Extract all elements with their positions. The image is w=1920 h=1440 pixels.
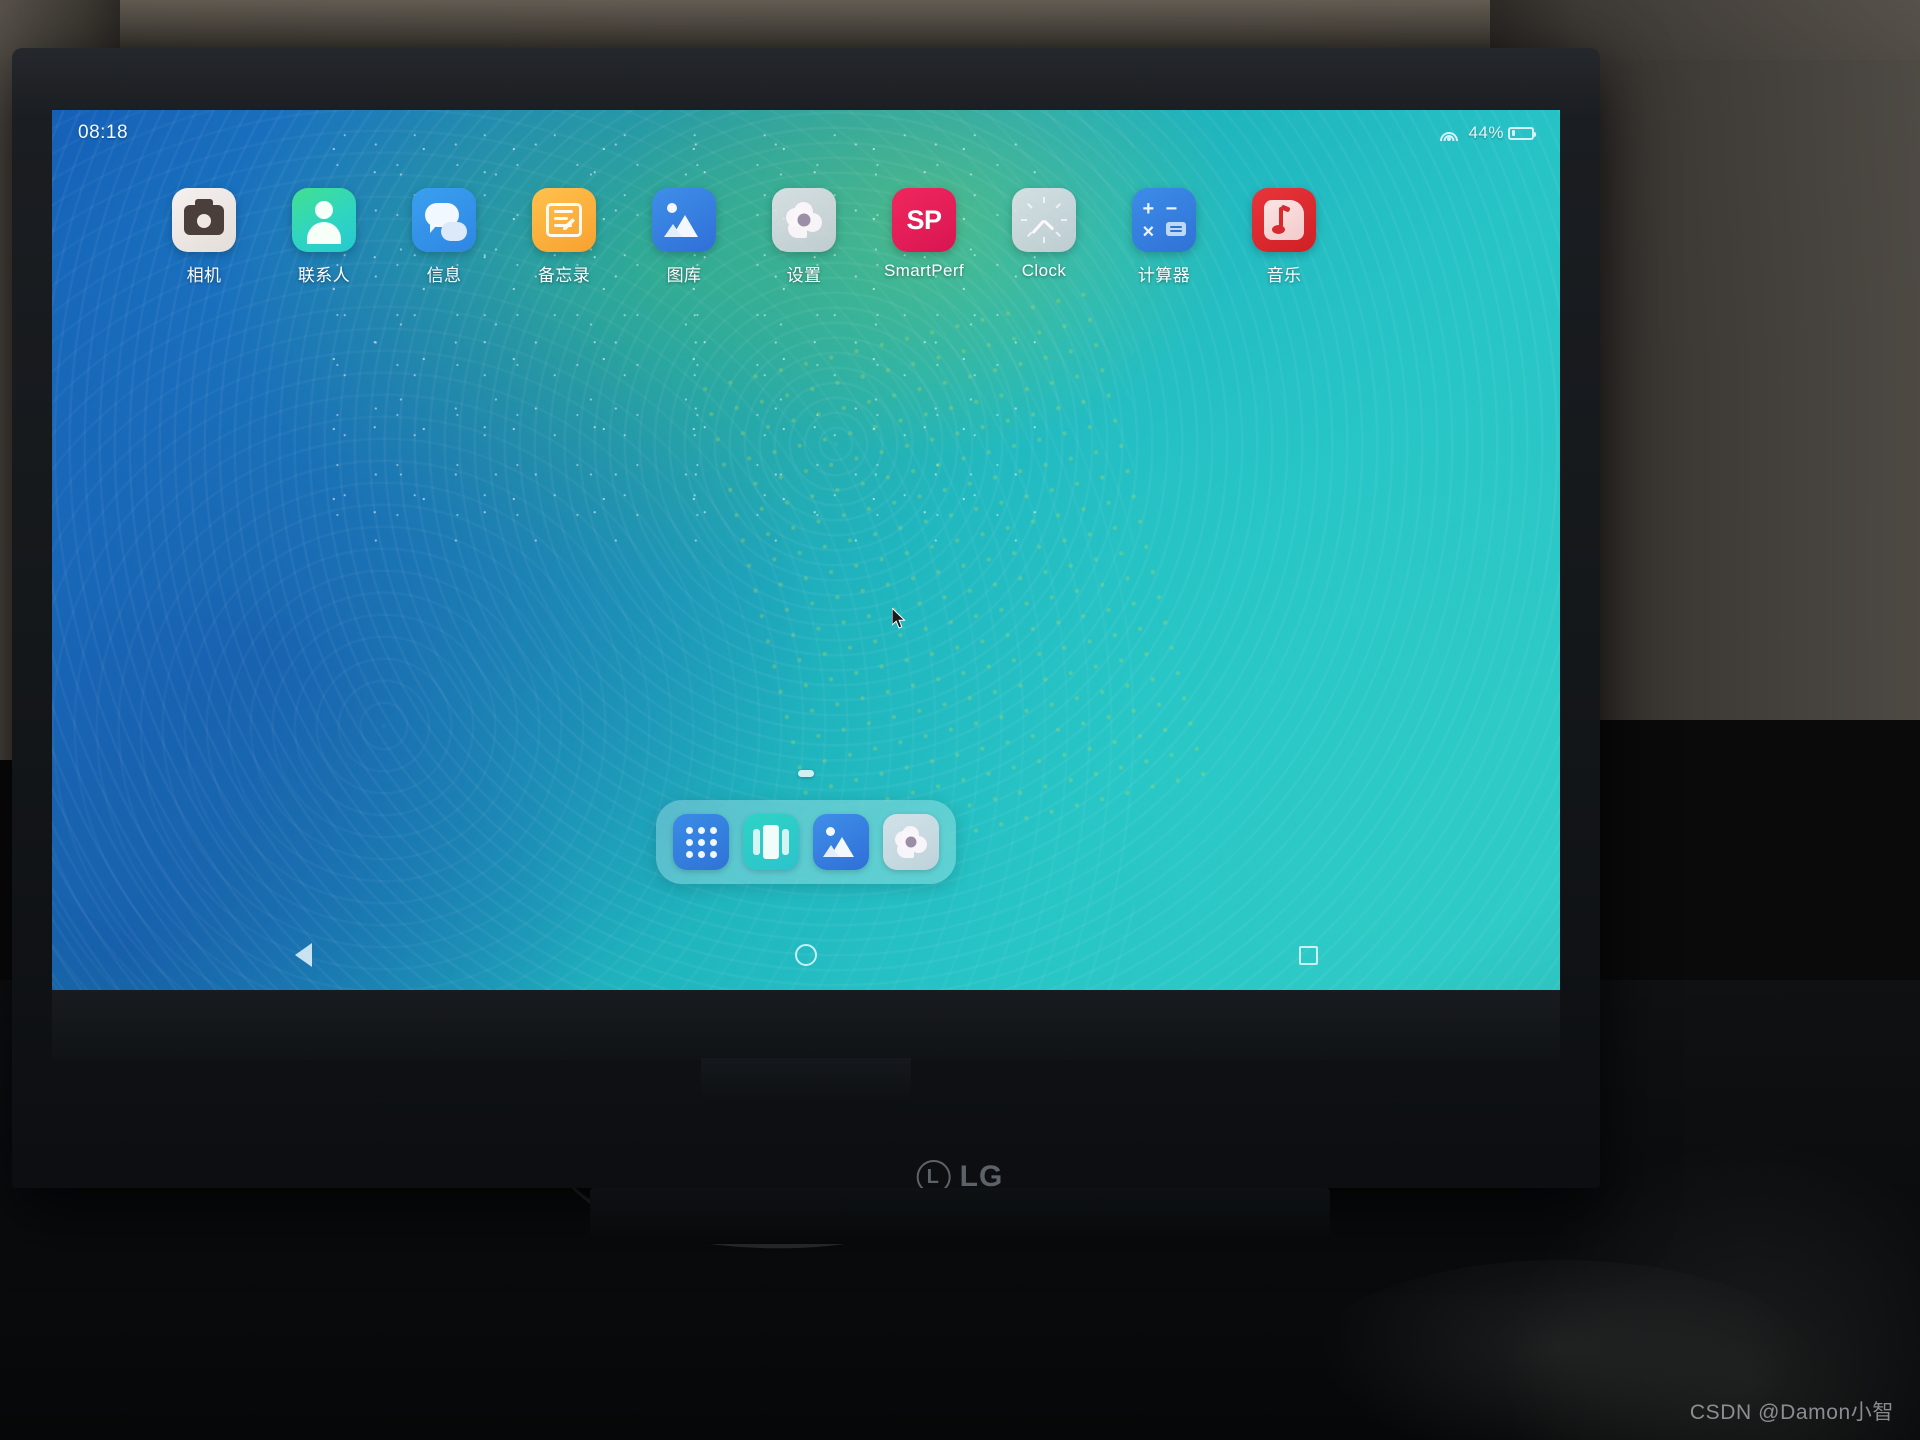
app-grid: 相机 联系人 信息 备忘录 图库 设置 SP SmartPerf Clock +…	[144, 188, 1474, 286]
calculator-icon: + − ×	[1132, 188, 1196, 252]
back-icon	[294, 943, 312, 967]
app-label: 备忘录	[537, 266, 591, 285]
app-label: 联系人	[297, 266, 351, 285]
app-icon-gallery[interactable]: 图库	[624, 188, 744, 286]
app-icon-contacts[interactable]: 联系人	[264, 188, 384, 286]
smartperf-badge-text: SP	[906, 204, 942, 235]
camera-icon	[172, 188, 236, 252]
messages-icon	[412, 188, 476, 252]
nav-back-button[interactable]	[243, 932, 363, 978]
page-indicator-dot[interactable]	[798, 770, 814, 777]
status-bar-indicators: 44%	[1439, 123, 1537, 143]
tablet-screen[interactable]: 08:18 44% 相机 联系人 信息 备忘录 图库 设置 SP SmartPe…	[52, 110, 1560, 990]
app-icon-settings[interactable]: 设置	[744, 188, 864, 286]
settings-icon	[772, 188, 836, 252]
app-label: Clock	[1021, 261, 1067, 280]
status-bar-clock: 08:18	[78, 122, 129, 143]
gallery-icon	[652, 188, 716, 252]
contacts-icon	[292, 188, 356, 252]
monitor-chin	[52, 990, 1560, 1060]
nav-recents-button[interactable]	[1249, 932, 1369, 978]
calc-times-glyph: ×	[1142, 220, 1155, 243]
dock-item-settings[interactable]	[883, 814, 939, 870]
app-label: 信息	[426, 266, 462, 285]
app-icon-smartperf[interactable]: SP SmartPerf	[864, 188, 984, 286]
app-label: 设置	[786, 266, 822, 285]
app-label: 图库	[666, 266, 702, 285]
mouse-cursor	[892, 608, 906, 629]
smartperf-icon: SP	[892, 188, 956, 252]
bezel-highlight	[12, 48, 1600, 118]
dock-item-multitask[interactable]	[743, 814, 799, 870]
clock-icon	[1012, 188, 1076, 252]
wifi-icon	[1439, 126, 1459, 141]
app-icon-notes[interactable]: 备忘录	[504, 188, 624, 286]
music-icon	[1252, 188, 1316, 252]
app-icon-calculator[interactable]: + − × 计算器	[1104, 188, 1224, 286]
dock-item-app-drawer[interactable]	[673, 814, 729, 870]
navigation-bar	[52, 920, 1560, 990]
recents-icon	[1299, 945, 1319, 965]
monitor: 08:18 44% 相机 联系人 信息 备忘录 图库 设置 SP SmartPe…	[12, 48, 1600, 1188]
cards-icon	[753, 825, 789, 859]
notes-icon	[532, 188, 596, 252]
app-label: SmartPerf	[883, 261, 965, 280]
home-icon	[794, 944, 817, 966]
monitor-base	[590, 1188, 1330, 1244]
app-icon-music[interactable]: 音乐	[1224, 188, 1344, 286]
app-label: 相机	[186, 266, 222, 285]
battery-indicator: 44%	[1468, 123, 1537, 143]
battery-percent-label: 44%	[1468, 123, 1504, 142]
app-icon-messages[interactable]: 信息	[384, 188, 504, 286]
dock-item-gallery[interactable]	[813, 814, 869, 870]
app-icon-camera[interactable]: 相机	[144, 188, 264, 286]
apps-grid-icon	[685, 826, 717, 858]
battery-icon	[1508, 126, 1537, 140]
app-label: 音乐	[1266, 266, 1302, 285]
calc-plus-glyph: +	[1142, 197, 1155, 220]
monitor-stand-neck	[701, 1058, 911, 1104]
watermark: CSDN @Damon小智	[1689, 1401, 1894, 1424]
calc-equals-glyph	[1165, 221, 1186, 236]
app-label: 计算器	[1137, 266, 1191, 285]
calc-minus-glyph: −	[1165, 197, 1178, 220]
settings-icon	[892, 826, 927, 858]
status-bar: 08:18 44%	[52, 110, 1560, 156]
nav-home-button[interactable]	[746, 932, 866, 978]
dock	[656, 800, 956, 884]
app-icon-clock[interactable]: Clock	[984, 188, 1104, 286]
